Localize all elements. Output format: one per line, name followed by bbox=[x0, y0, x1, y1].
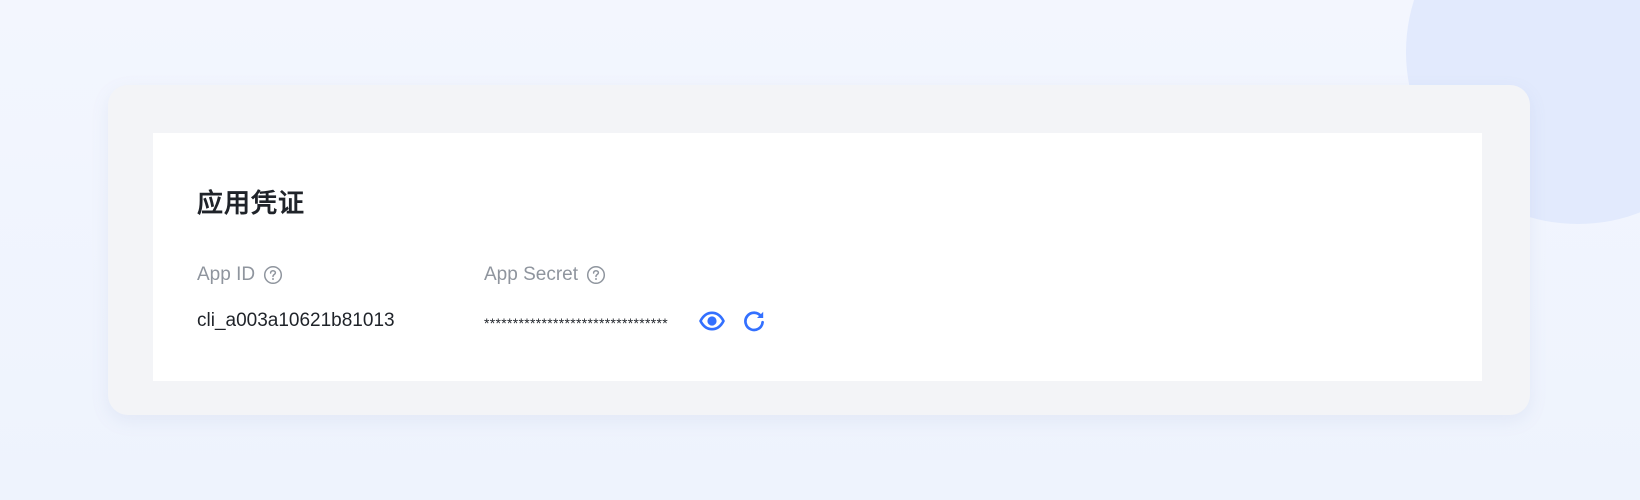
app-credentials-page: 应用凭证 App ID cli_a003a10621b81013 App Sec… bbox=[0, 0, 1640, 500]
section-title: 应用凭证 bbox=[197, 189, 306, 219]
app-secret-label-row: App Secret bbox=[484, 263, 768, 287]
question-circle-icon[interactable] bbox=[263, 265, 283, 285]
app-id-field: App ID cli_a003a10621b81013 bbox=[197, 263, 395, 335]
app-id-value: cli_a003a10621b81013 bbox=[197, 310, 395, 331]
app-secret-masked-value: ******************************** bbox=[484, 315, 668, 331]
question-circle-icon[interactable] bbox=[586, 265, 606, 285]
eye-icon[interactable] bbox=[698, 307, 726, 335]
refresh-icon[interactable] bbox=[740, 307, 768, 335]
app-secret-label: App Secret bbox=[484, 264, 578, 285]
app-secret-field: App Secret *****************************… bbox=[484, 263, 768, 335]
app-secret-value-row: ******************************** bbox=[484, 307, 768, 335]
credentials-panel: 应用凭证 App ID cli_a003a10621b81013 App Sec… bbox=[153, 133, 1482, 381]
credentials-card: 应用凭证 App ID cli_a003a10621b81013 App Sec… bbox=[108, 85, 1530, 415]
app-id-label-row: App ID bbox=[197, 263, 395, 287]
app-id-label: App ID bbox=[197, 264, 256, 285]
app-id-value-row: cli_a003a10621b81013 bbox=[197, 307, 395, 335]
